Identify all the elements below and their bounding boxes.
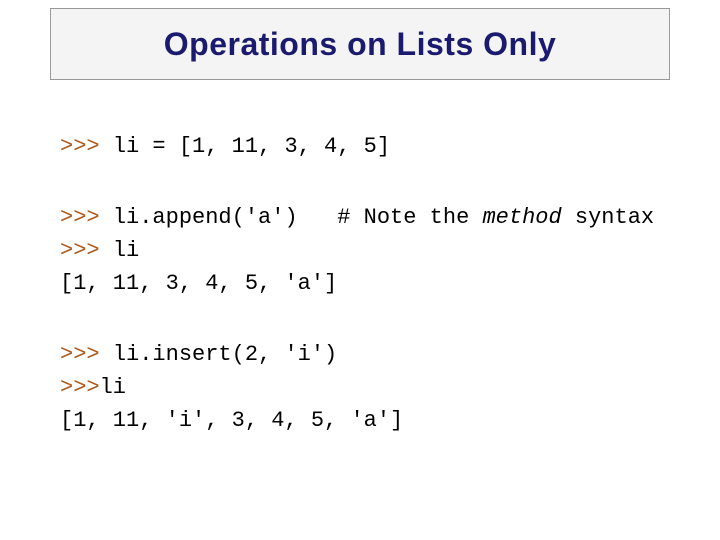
code-content: >>> li = [1, 11, 3, 4, 5] >>> li.append(… bbox=[60, 130, 670, 475]
slide-title: Operations on Lists Only bbox=[164, 26, 557, 63]
code-output: [1, 11, 'i', 3, 4, 5, 'a'] bbox=[60, 408, 403, 433]
code-italic: method bbox=[482, 205, 561, 230]
code-line: li = [1, 11, 3, 4, 5] bbox=[113, 134, 390, 159]
prompt: >>> bbox=[60, 375, 100, 400]
prompt: >>> bbox=[60, 342, 113, 367]
prompt: >>> bbox=[60, 238, 113, 263]
code-output: [1, 11, 3, 4, 5, 'a'] bbox=[60, 271, 337, 296]
title-bar: Operations on Lists Only bbox=[50, 8, 670, 80]
code-line: li.insert(2, 'i') bbox=[113, 342, 337, 367]
prompt: >>> bbox=[60, 134, 113, 159]
code-line: li bbox=[113, 238, 139, 263]
code-line: syntax bbox=[562, 205, 654, 230]
code-line: li bbox=[100, 375, 126, 400]
code-block-2: >>> li.append('a') # Note the method syn… bbox=[60, 201, 670, 300]
code-line: li.append('a') # Note the bbox=[113, 205, 483, 230]
prompt: >>> bbox=[60, 205, 113, 230]
code-block-1: >>> li = [1, 11, 3, 4, 5] bbox=[60, 130, 670, 163]
code-block-3: >>> li.insert(2, 'i') >>>li [1, 11, 'i',… bbox=[60, 338, 670, 437]
